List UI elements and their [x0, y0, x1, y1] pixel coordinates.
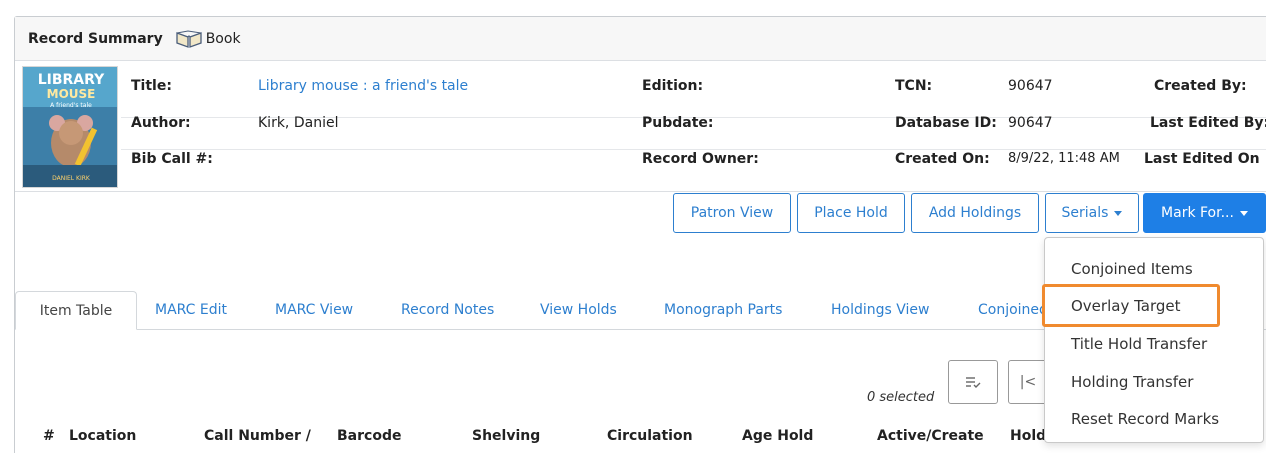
- database-id-label: Database ID:: [895, 115, 997, 131]
- created-on-value: 8/9/22, 11:48 AM: [1008, 151, 1120, 166]
- col-header-barcode[interactable]: Barcode: [337, 428, 401, 444]
- menu-item-holding-transfer[interactable]: Holding Transfer: [1071, 373, 1193, 391]
- col-header-call-number[interactable]: Call Number /: [204, 428, 311, 444]
- tcn-label: TCN:: [895, 78, 933, 94]
- pubdate-label: Pubdate:: [642, 115, 714, 131]
- menu-item-reset-record-marks[interactable]: Reset Record Marks: [1071, 410, 1219, 428]
- col-header-index[interactable]: #: [43, 428, 55, 444]
- edition-label: Edition:: [642, 78, 704, 94]
- patron-view-button[interactable]: Patron View: [673, 193, 791, 233]
- menu-item-conjoined-items[interactable]: Conjoined Items: [1071, 260, 1193, 278]
- overlay-target-highlight: [1042, 284, 1220, 327]
- selected-count: 0 selected: [867, 390, 935, 405]
- mark-for-dropdown-button[interactable]: Mark For...: [1143, 193, 1266, 233]
- tab-item-table[interactable]: Item Table: [15, 291, 137, 330]
- cover-title-line2: MOUSE: [47, 87, 96, 101]
- serials-dropdown-button[interactable]: Serials: [1045, 193, 1139, 233]
- author-value: Kirk, Daniel: [258, 115, 339, 131]
- tab-marc-edit[interactable]: MARC Edit: [155, 302, 227, 318]
- col-header-age-hold[interactable]: Age Hold: [742, 428, 813, 444]
- created-on-label: Created On:: [895, 151, 990, 167]
- record-format: Book: [205, 30, 241, 47]
- book-icon: [174, 29, 204, 49]
- menu-item-title-hold-transfer[interactable]: Title Hold Transfer: [1071, 335, 1207, 353]
- tab-record-notes[interactable]: Record Notes: [401, 302, 494, 318]
- place-hold-button[interactable]: Place Hold: [797, 193, 905, 233]
- col-header-active-create[interactable]: Active/Create: [877, 428, 984, 444]
- title-label: Title:: [131, 78, 172, 94]
- record-summary-header: Record Summary Book: [15, 17, 1266, 61]
- serials-label: Serials: [1061, 205, 1109, 221]
- created-by-label: Created By:: [1154, 78, 1247, 94]
- book-cover-image[interactable]: LIBRARY MOUSE A friend's tale DANIEL KIR…: [22, 66, 118, 188]
- record-summary-title: Record Summary: [28, 30, 163, 47]
- tab-holdings-view[interactable]: Holdings View: [831, 302, 930, 318]
- chevron-down-icon: [1239, 210, 1248, 216]
- tab-marc-view[interactable]: MARC View: [275, 302, 353, 318]
- title-link[interactable]: Library mouse : a friend's tale: [258, 78, 468, 94]
- database-id-value: 90647: [1008, 115, 1053, 131]
- col-header-circulation[interactable]: Circulation: [607, 428, 693, 444]
- mark-for-dropdown-menu: Conjoined Items Overlay Target Title Hol…: [1044, 237, 1264, 443]
- tab-view-holds[interactable]: View Holds: [540, 302, 617, 318]
- last-edited-on-label: Last Edited On: [1144, 151, 1260, 167]
- record-owner-label: Record Owner:: [642, 151, 759, 167]
- add-holdings-button[interactable]: Add Holdings: [911, 193, 1039, 233]
- cover-author: DANIEL KIRK: [52, 175, 91, 182]
- col-header-location[interactable]: Location: [69, 428, 136, 444]
- column-actions-button[interactable]: [948, 360, 998, 404]
- tab-monograph-parts[interactable]: Monograph Parts: [664, 302, 782, 318]
- first-page-icon: |<: [1019, 374, 1037, 390]
- cover-subtitle: A friend's tale: [50, 102, 92, 109]
- last-edited-by-label: Last Edited By:: [1150, 115, 1266, 131]
- cover-title-line1: LIBRARY: [38, 72, 105, 88]
- tcn-value: 90647: [1008, 78, 1053, 94]
- first-page-button[interactable]: |<: [1008, 360, 1048, 404]
- author-label: Author:: [131, 115, 191, 131]
- list-check-icon: [966, 377, 981, 388]
- mark-for-label: Mark For...: [1161, 205, 1234, 221]
- col-header-shelving[interactable]: Shelving: [472, 428, 540, 444]
- record-summary-card: Record Summary Book LIBRARY MOUSE A frie…: [15, 17, 1266, 192]
- bib-call-label: Bib Call #:: [131, 151, 213, 167]
- chevron-down-icon: [1114, 210, 1123, 216]
